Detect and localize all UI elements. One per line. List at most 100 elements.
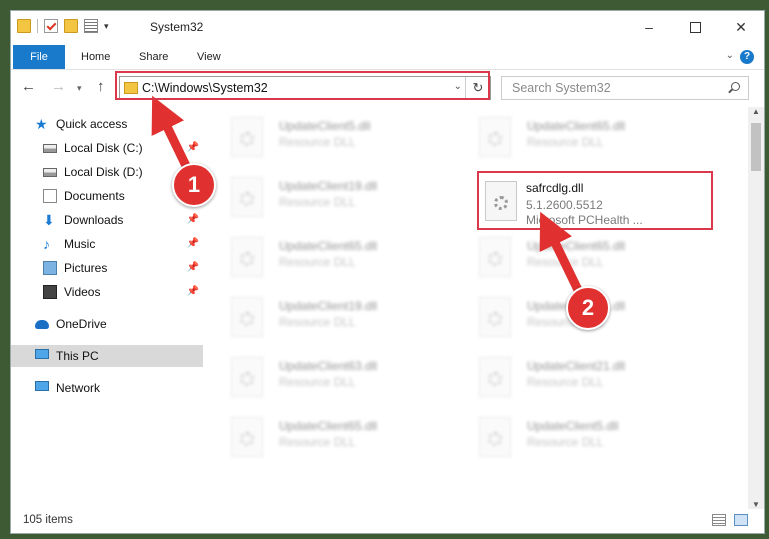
tab-view[interactable]: View bbox=[197, 45, 221, 69]
view-options-icon[interactable] bbox=[84, 19, 98, 33]
folder-icon[interactable] bbox=[17, 19, 31, 33]
file-item[interactable]: UpdateClient21.dll Resource DLL bbox=[467, 353, 707, 403]
scroll-up-arrow-icon[interactable]: ▲ bbox=[748, 107, 764, 116]
sidebar-item-downloads[interactable]: ⬇ Downloads 📌 bbox=[11, 209, 203, 231]
file-item[interactable]: UpdateClient5.dll Resource DLL bbox=[219, 113, 459, 163]
expand-ribbon-chevron-icon[interactable]: ⌄ bbox=[726, 50, 734, 61]
back-arrow-icon[interactable]: ← bbox=[21, 78, 36, 95]
dll-file-icon bbox=[485, 181, 517, 221]
file-name: UpdateClient63.dll bbox=[279, 359, 378, 373]
ribbon-tabs: File Home Share View ⌄ ? bbox=[11, 45, 764, 70]
dll-file-icon bbox=[231, 417, 263, 457]
details-view-icon[interactable] bbox=[712, 514, 726, 526]
tab-share[interactable]: Share bbox=[139, 45, 168, 69]
file-type: Resource DLL bbox=[279, 255, 356, 269]
file-name: UpdateClient65.dll bbox=[527, 119, 626, 133]
step-1-badge: 1 bbox=[172, 163, 216, 207]
gear-icon bbox=[488, 432, 502, 446]
search-box[interactable]: Search System32 bbox=[501, 76, 749, 100]
sidebar-item-onedrive[interactable]: OneDrive bbox=[11, 313, 203, 335]
dll-file-icon bbox=[231, 357, 263, 397]
videos-icon bbox=[43, 285, 57, 299]
file-name: safrcdlg.dll bbox=[526, 181, 584, 195]
vertical-scrollbar[interactable]: ▲ ▼ bbox=[748, 107, 764, 509]
file-item[interactable]: UpdateClient65.dll Resource DLL bbox=[219, 413, 459, 463]
sidebar-item-videos[interactable]: Videos 📌 bbox=[11, 281, 203, 303]
file-item[interactable]: UpdateClient5.dll Resource DLL bbox=[467, 413, 707, 463]
sidebar-item-quick-access[interactable]: ★ Quick access bbox=[11, 113, 203, 135]
forward-arrow-icon[interactable]: → bbox=[51, 78, 66, 95]
scrollbar-thumb[interactable] bbox=[751, 123, 761, 171]
customize-toolbar-chevron-icon[interactable]: ▾ bbox=[104, 21, 109, 32]
file-type: Resource DLL bbox=[279, 135, 356, 149]
sidebar-item-label: Videos bbox=[64, 285, 101, 299]
file-item[interactable]: UpdateClient65.dll Resource DLL bbox=[467, 113, 707, 163]
maximize-icon bbox=[689, 21, 701, 33]
file-item[interactable]: UpdateClient65.dll Resource DLL bbox=[219, 233, 459, 283]
recent-locations-chevron-icon[interactable]: ▾ bbox=[77, 83, 82, 94]
sidebar-item-music[interactable]: ♪ Music 📌 bbox=[11, 233, 203, 255]
file-version: 5.1.2600.5512 bbox=[526, 198, 603, 212]
tab-home[interactable]: Home bbox=[81, 45, 110, 69]
network-icon bbox=[35, 381, 49, 391]
step-2-badge: 2 bbox=[566, 286, 610, 330]
gear-icon bbox=[488, 252, 502, 266]
help-icon[interactable]: ? bbox=[740, 50, 754, 64]
pin-icon: 📌 bbox=[186, 214, 199, 225]
window-title: System32 bbox=[150, 20, 204, 34]
tab-file[interactable]: File bbox=[13, 45, 65, 69]
file-type: Resource DLL bbox=[527, 135, 604, 149]
dll-file-icon bbox=[231, 297, 263, 337]
search-icon bbox=[731, 82, 740, 91]
gear-icon bbox=[494, 196, 508, 210]
file-type: Resource DLL bbox=[527, 435, 604, 449]
dll-file-icon bbox=[479, 237, 511, 277]
pin-icon: 📌 bbox=[186, 286, 199, 297]
sidebar-item-this-pc[interactable]: This PC bbox=[11, 345, 203, 367]
file-name: UpdateClient5.dll bbox=[527, 419, 619, 433]
dll-file-icon bbox=[231, 237, 263, 277]
new-folder-icon[interactable] bbox=[64, 19, 78, 33]
file-name: UpdateClient5.dll bbox=[279, 119, 371, 133]
sidebar-item-label: OneDrive bbox=[56, 317, 107, 331]
quick-access-toolbar: ▾ bbox=[17, 19, 109, 33]
scroll-down-arrow-icon[interactable]: ▼ bbox=[748, 500, 764, 509]
search-input[interactable]: Search System32 bbox=[512, 81, 611, 95]
sidebar-item-label: Local Disk (D:) bbox=[64, 165, 143, 179]
drive-icon bbox=[43, 144, 57, 153]
pin-icon: 📌 bbox=[186, 142, 199, 153]
file-name: UpdateClient65.dll bbox=[527, 239, 626, 253]
file-item[interactable]: UpdateClient63.dll Resource DLL bbox=[219, 353, 459, 403]
file-type: Resource DLL bbox=[527, 375, 604, 389]
file-item[interactable]: UpdateClient19.dll Resource DLL bbox=[219, 293, 459, 343]
download-icon: ⬇ bbox=[43, 212, 55, 228]
file-type: Resource DLL bbox=[279, 315, 356, 329]
music-icon: ♪ bbox=[43, 236, 50, 252]
minimize-button[interactable]: – bbox=[626, 11, 672, 43]
tiles-view-icon[interactable] bbox=[734, 514, 748, 526]
gear-icon bbox=[240, 312, 254, 326]
dll-file-icon bbox=[479, 357, 511, 397]
item-count: 105 items bbox=[23, 514, 73, 526]
sidebar-item-network[interactable]: Network bbox=[11, 377, 203, 399]
properties-icon[interactable] bbox=[44, 19, 58, 33]
gear-icon bbox=[240, 432, 254, 446]
sidebar-item-local-disk-c[interactable]: Local Disk (C:) 📌 bbox=[11, 137, 203, 159]
up-arrow-icon[interactable]: ↑ bbox=[97, 78, 105, 95]
file-item-safrcdlg[interactable]: safrcdlg.dll 5.1.2600.5512 Microsoft PCH… bbox=[477, 171, 713, 230]
computer-icon bbox=[35, 349, 49, 359]
sidebar-item-pictures[interactable]: Pictures 📌 bbox=[11, 257, 203, 279]
file-item[interactable]: UpdateClient19.dll Resource DLL bbox=[219, 173, 459, 223]
dll-file-icon bbox=[479, 297, 511, 337]
file-type: Resource DLL bbox=[279, 435, 356, 449]
close-button[interactable]: ✕ bbox=[718, 11, 764, 43]
dll-file-icon bbox=[479, 417, 511, 457]
dll-file-icon bbox=[231, 177, 263, 217]
drive-icon bbox=[43, 168, 57, 177]
maximize-button[interactable] bbox=[672, 11, 718, 43]
file-item[interactable]: UpdateClient65.dll Resource DLL bbox=[467, 233, 707, 283]
file-name: UpdateClient19.dll bbox=[279, 179, 378, 193]
gear-icon bbox=[240, 192, 254, 206]
onedrive-icon bbox=[35, 320, 49, 329]
file-name: UpdateClient19.dll bbox=[279, 299, 378, 313]
